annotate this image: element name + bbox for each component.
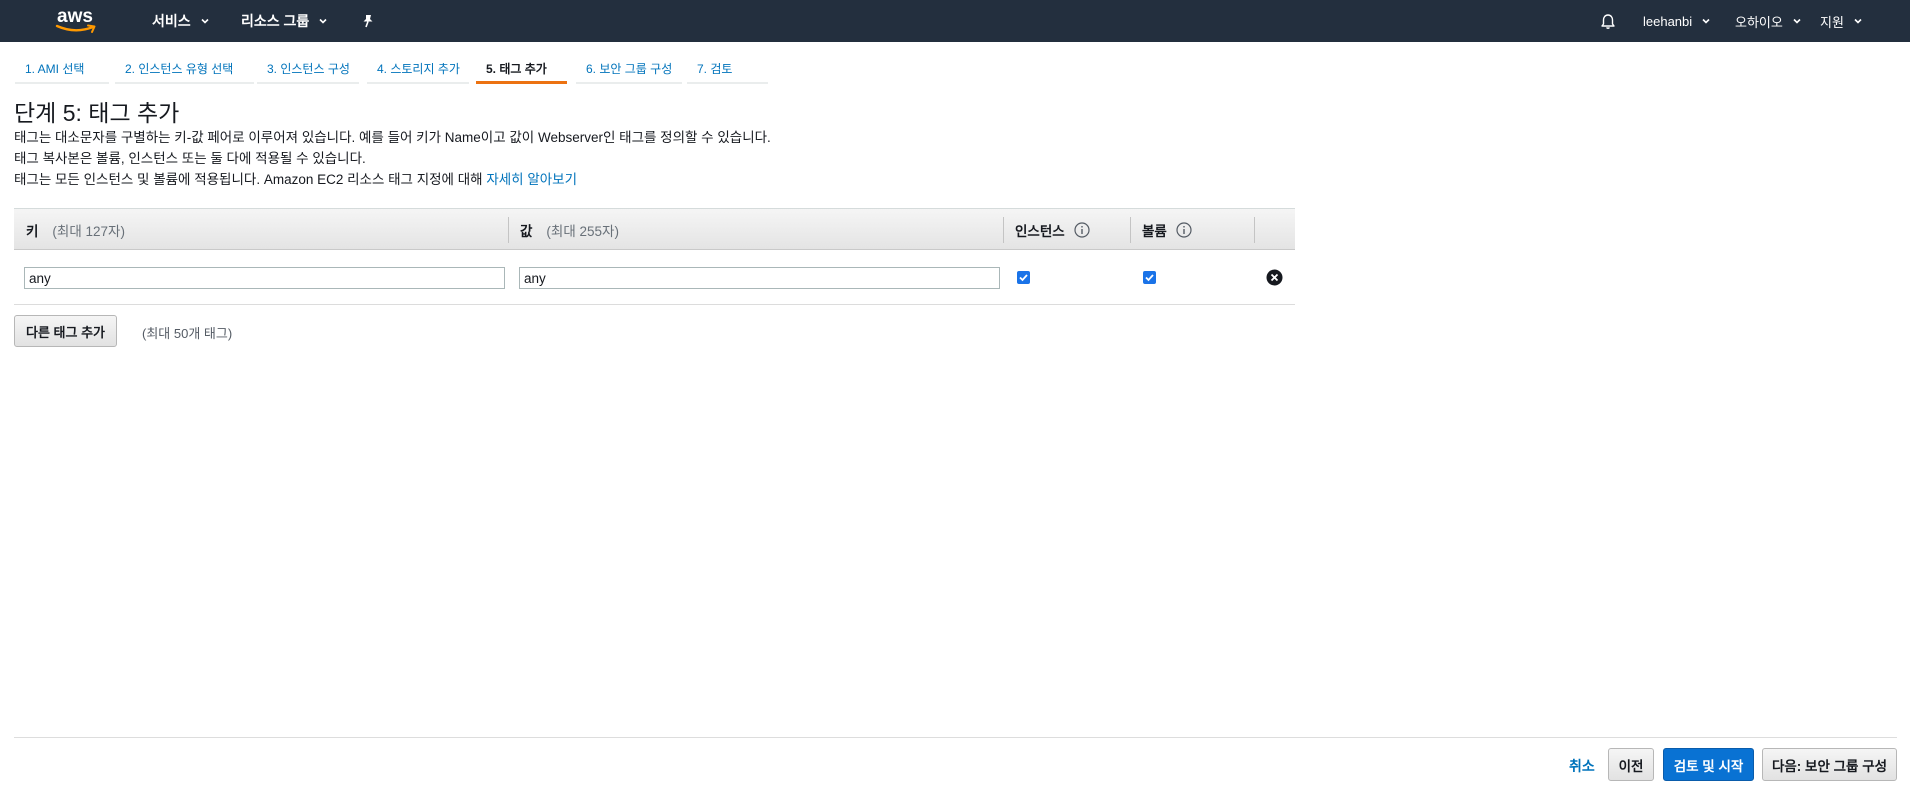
services-label: 서비스 — [152, 13, 191, 29]
support-label: 지원 — [1820, 14, 1844, 30]
column-resizer[interactable] — [1254, 217, 1255, 243]
region-label: 오하이오 — [1735, 14, 1783, 30]
description-line-3-text: 태그는 모든 인스턴스 및 볼륨에 적용됩니다. Amazon EC2 리소스 … — [14, 172, 487, 187]
resource-groups-label: 리소스 그룹 — [241, 13, 310, 29]
volumes-header-label: 볼륨 — [1142, 223, 1167, 239]
info-icon[interactable] — [1176, 221, 1192, 238]
tag-limit-note: (최대 50개 태그) — [142, 326, 233, 341]
column-resizer[interactable] — [1003, 217, 1004, 243]
services-menu[interactable]: 서비스 — [152, 0, 210, 42]
previous-button[interactable]: 이전 — [1608, 748, 1654, 781]
value-column-header: 값 (최대 255자) — [520, 209, 619, 250]
wizard-step-4[interactable]: 4. 스토리지 추가 — [367, 50, 469, 84]
caret-down-icon — [1793, 18, 1801, 24]
tags-table: 키 (최대 127자) 값 (최대 255자) 인스턴스 볼륨 — [14, 208, 1295, 305]
bell-icon — [1601, 13, 1615, 29]
footer-divider — [14, 737, 1897, 738]
region-menu[interactable]: 오하이오 — [1735, 0, 1802, 42]
table-row — [14, 250, 1295, 305]
column-resizer[interactable] — [1130, 217, 1131, 243]
key-length-hint: (최대 127자) — [52, 223, 125, 239]
instances-column-header: 인스턴스 — [1015, 209, 1090, 250]
resource-groups-menu[interactable]: 리소스 그룹 — [241, 0, 328, 42]
caret-down-icon — [1854, 18, 1862, 24]
key-header-label: 키 — [26, 223, 39, 239]
wizard-step-3[interactable]: 3. 인스턴스 구성 — [257, 50, 359, 84]
caret-down-icon — [319, 18, 327, 24]
key-column-header: 키 (최대 127자) — [26, 209, 125, 250]
volumes-column-header: 볼륨 — [1142, 209, 1192, 250]
tag-key-input[interactable] — [24, 267, 505, 289]
wizard-step-6[interactable]: 6. 보안 그룹 구성 — [576, 50, 682, 84]
tag-value-input[interactable] — [519, 267, 1000, 289]
cancel-link[interactable]: 취소 — [1569, 756, 1595, 776]
next-configure-security-group-button[interactable]: 다음: 보안 그룹 구성 — [1762, 748, 1897, 781]
username-label: leehanbi — [1643, 13, 1693, 29]
wizard-step-7[interactable]: 7. 검토 — [687, 50, 768, 84]
wizard-step-5[interactable]: 5. 태그 추가 — [476, 50, 567, 84]
pin-button[interactable] — [361, 0, 375, 42]
instances-checkbox[interactable] — [1017, 271, 1030, 284]
notifications-button[interactable] — [1600, 0, 1616, 42]
add-another-tag-button[interactable]: 다른 태그 추가 — [14, 315, 117, 347]
tags-table-header: 키 (최대 127자) 값 (최대 255자) 인스턴스 볼륨 — [14, 208, 1295, 250]
description-line-2: 태그 복사본은 볼륨, 인스턴스 또는 둘 다에 적용될 수 있습니다. — [14, 151, 366, 166]
value-header-label: 값 — [520, 223, 533, 239]
caret-down-icon — [201, 18, 209, 24]
support-menu[interactable]: 지원 — [1820, 0, 1863, 42]
description-line-3: 태그는 모든 인스턴스 및 볼륨에 적용됩니다. Amazon EC2 리소스 … — [14, 168, 577, 188]
wizard-step-1[interactable]: 1. AMI 선택 — [15, 50, 109, 84]
pin-icon — [363, 15, 373, 28]
volumes-checkbox[interactable] — [1143, 271, 1156, 284]
info-icon[interactable] — [1074, 221, 1090, 238]
description-line-1: 태그는 대소문자를 구별하는 키-값 페어로 이루어져 있습니다. 예를 들어 … — [14, 130, 771, 145]
caret-down-icon — [1702, 18, 1710, 24]
value-length-hint: (최대 255자) — [546, 223, 619, 239]
review-and-launch-button[interactable]: 검토 및 시작 — [1663, 748, 1754, 781]
checkmark-icon — [1145, 274, 1154, 282]
checkmark-icon — [1019, 274, 1028, 282]
instances-header-label: 인스턴스 — [1015, 223, 1065, 239]
aws-logo[interactable]: aws — [55, 5, 103, 37]
remove-tag-icon[interactable] — [1266, 269, 1283, 286]
wizard-step-2[interactable]: 2. 인스턴스 유형 선택 — [115, 50, 254, 84]
top-navigation-bar: aws 서비스 리소스 그룹 leehanbi 오하이오 지원 — [0, 0, 1910, 42]
column-resizer[interactable] — [508, 217, 509, 243]
learn-more-link[interactable]: 자세히 알아보기 — [486, 172, 577, 187]
page-title: 단계 5: 태그 추가 — [14, 100, 180, 126]
account-menu[interactable]: leehanbi — [1643, 0, 1711, 42]
aws-smile-icon — [55, 24, 96, 33]
